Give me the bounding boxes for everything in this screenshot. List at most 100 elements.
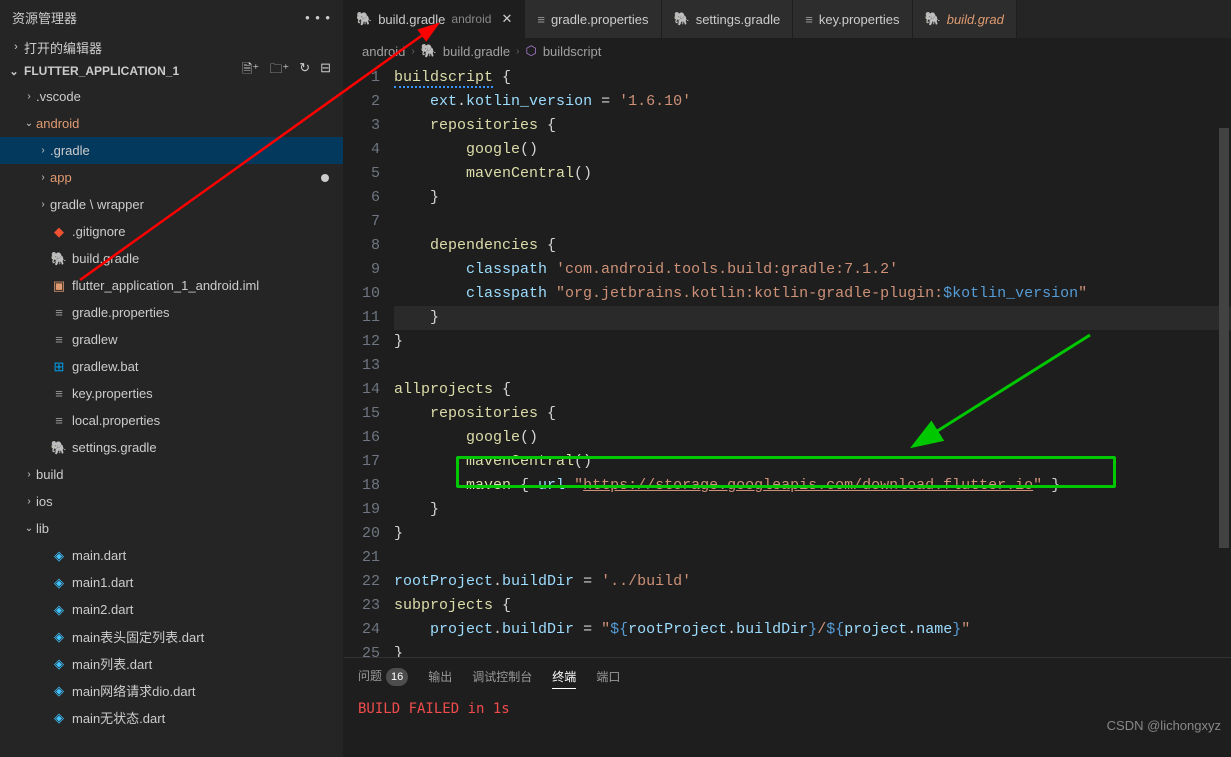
line-number: 6 bbox=[344, 186, 380, 210]
collapse-icon[interactable]: ⊟ bbox=[320, 60, 331, 82]
breadcrumb-item[interactable]: android bbox=[362, 44, 405, 59]
code-line[interactable]: mavenCentral() bbox=[394, 450, 1231, 474]
code-line[interactable]: rootProject.buildDir = '../build' bbox=[394, 570, 1231, 594]
tree-file[interactable]: ◈main无状态.dart bbox=[0, 704, 343, 731]
code-line[interactable] bbox=[394, 210, 1231, 234]
symbol-icon: ⬡ bbox=[525, 43, 536, 59]
tree-file[interactable]: ◈main.dart bbox=[0, 542, 343, 569]
code-line[interactable]: project.buildDir = "${rootProject.buildD… bbox=[394, 618, 1231, 642]
code-line[interactable]: classpath 'com.android.tools.build:gradl… bbox=[394, 258, 1231, 282]
code-editor[interactable]: 1234567891011121314151617181920212223242… bbox=[344, 64, 1231, 657]
panel-tab[interactable]: 终端 bbox=[552, 665, 576, 689]
line-number: 12 bbox=[344, 330, 380, 354]
tree-file[interactable]: ≡key.properties bbox=[0, 380, 343, 407]
line-number: 11 bbox=[344, 306, 380, 330]
panel-tab[interactable]: 调试控制台 bbox=[472, 665, 532, 688]
code-line[interactable]: classpath "org.jetbrains.kotlin:kotlin-g… bbox=[394, 282, 1231, 306]
chevron-icon: › bbox=[22, 91, 36, 102]
tree-file[interactable]: ≡gradlew bbox=[0, 326, 343, 353]
code-line[interactable]: google() bbox=[394, 426, 1231, 450]
panel-tab[interactable]: 输出 bbox=[428, 665, 452, 688]
tree-file[interactable]: ≡local.properties bbox=[0, 407, 343, 434]
tree-folder[interactable]: ›.gradle bbox=[0, 137, 343, 164]
project-header[interactable]: ⌄ FLUTTER_APPLICATION_1 🗎⁺ 🗀⁺ ↻ ⊟ bbox=[0, 59, 343, 83]
tree-file[interactable]: ◈main2.dart bbox=[0, 596, 343, 623]
editor-tab[interactable]: ≡key.properties bbox=[793, 0, 912, 38]
new-file-icon[interactable]: 🗎⁺ bbox=[242, 60, 259, 82]
lines-icon: ≡ bbox=[50, 413, 68, 428]
editor-tab[interactable]: 🐘settings.gradle bbox=[662, 0, 794, 38]
code-line[interactable]: buildscript { bbox=[394, 66, 1231, 90]
scrollbar-thumb[interactable] bbox=[1219, 128, 1229, 548]
code-line[interactable]: ext.kotlin_version = '1.6.10' bbox=[394, 90, 1231, 114]
editor-tabs: 🐘build.gradleandroid✕ ≡ gradle.properties 🐘… bbox=[344, 0, 1231, 38]
breadcrumb[interactable]: android›🐘build.gradle›⬡buildscript bbox=[344, 38, 1231, 64]
line-number: 24 bbox=[344, 618, 380, 642]
close-icon[interactable]: ✕ bbox=[501, 11, 512, 27]
tree-file[interactable]: ◈main网络请求dio.dart bbox=[0, 677, 343, 704]
code-line[interactable]: repositories { bbox=[394, 114, 1231, 138]
scrollbar-vertical[interactable] bbox=[1219, 128, 1231, 657]
tree-folder[interactable]: ⌄lib bbox=[0, 515, 343, 542]
code-line[interactable]: } bbox=[394, 186, 1231, 210]
chevron-icon: › bbox=[22, 496, 36, 507]
lines-icon: ≡ bbox=[537, 12, 545, 27]
code-line[interactable]: allprojects { bbox=[394, 378, 1231, 402]
elephant-icon: 🐘 bbox=[50, 251, 68, 267]
code-line[interactable]: maven { url "https://storage.googleapis.… bbox=[394, 474, 1231, 498]
tree-folder[interactable]: ⌄android bbox=[0, 110, 343, 137]
tree-file[interactable]: ◆.gitignore bbox=[0, 218, 343, 245]
line-number: 1 bbox=[344, 66, 380, 90]
panel-tab[interactable]: 端口 bbox=[596, 665, 620, 688]
terminal-output[interactable]: BUILD FAILED in 1s bbox=[344, 695, 1231, 723]
line-number: 25 bbox=[344, 642, 380, 657]
code-line[interactable]: } bbox=[394, 498, 1231, 522]
watermark: CSDN @lichongxyz bbox=[1107, 718, 1221, 733]
code-line[interactable]: subprojects { bbox=[394, 594, 1231, 618]
code-area[interactable]: buildscript { ext.kotlin_version = '1.6.… bbox=[394, 64, 1231, 657]
editor-tab[interactable]: 🐘build.grad bbox=[913, 0, 1017, 38]
lines-icon: ≡ bbox=[805, 12, 813, 27]
tree-folder[interactable]: ›ios bbox=[0, 488, 343, 515]
breadcrumb-item[interactable]: build.gradle bbox=[443, 44, 510, 59]
tab-label: gradle.properties bbox=[551, 12, 649, 27]
new-folder-icon[interactable]: 🗀⁺ bbox=[269, 60, 289, 82]
tree-folder[interactable]: ›build bbox=[0, 461, 343, 488]
tree-folder[interactable]: ›gradle \ wrapper bbox=[0, 191, 343, 218]
panel-tab[interactable]: 问题16 bbox=[358, 664, 408, 689]
code-line[interactable]: } bbox=[394, 330, 1231, 354]
tree-file[interactable]: ▣flutter_application_1_android.iml bbox=[0, 272, 343, 299]
code-line[interactable] bbox=[394, 354, 1231, 378]
line-number: 16 bbox=[344, 426, 380, 450]
open-editors-section[interactable]: › 打开的编辑器 bbox=[0, 35, 343, 59]
code-line[interactable]: dependencies { bbox=[394, 234, 1231, 258]
tree-folder[interactable]: ›app bbox=[0, 164, 343, 191]
code-line[interactable]: } bbox=[394, 642, 1231, 657]
refresh-icon[interactable]: ↻ bbox=[299, 60, 310, 82]
editor-tab[interactable]: ≡ gradle.properties bbox=[525, 0, 661, 38]
more-icon[interactable]: • • • bbox=[305, 10, 331, 25]
tree-folder[interactable]: ›.vscode bbox=[0, 83, 343, 110]
breadcrumb-item[interactable]: buildscript bbox=[543, 44, 602, 59]
tree-file[interactable]: ≡gradle.properties bbox=[0, 299, 343, 326]
orange-icon: ▣ bbox=[50, 278, 68, 294]
tree-file[interactable]: 🐘build.gradle bbox=[0, 245, 343, 272]
dart-icon: ◈ bbox=[50, 629, 68, 645]
code-line[interactable]: } bbox=[394, 522, 1231, 546]
code-line[interactable]: google() bbox=[394, 138, 1231, 162]
tree-file[interactable]: ◈main列表.dart bbox=[0, 650, 343, 677]
project-actions: 🗎⁺ 🗀⁺ ↻ ⊟ bbox=[242, 60, 337, 82]
dart-icon: ◈ bbox=[50, 683, 68, 699]
chevron-icon: ⌄ bbox=[22, 523, 36, 534]
code-line[interactable]: repositories { bbox=[394, 402, 1231, 426]
code-line[interactable] bbox=[394, 546, 1231, 570]
code-line[interactable]: } bbox=[394, 306, 1231, 330]
tree-file[interactable]: ◈main表头固定列表.dart bbox=[0, 623, 343, 650]
tree-file[interactable]: ◈main1.dart bbox=[0, 569, 343, 596]
tree-file[interactable]: ⊞gradlew.bat bbox=[0, 353, 343, 380]
line-number: 21 bbox=[344, 546, 380, 570]
lines-icon: ≡ bbox=[50, 305, 68, 320]
editor-tab[interactable]: 🐘build.gradleandroid✕ bbox=[344, 0, 525, 38]
code-line[interactable]: mavenCentral() bbox=[394, 162, 1231, 186]
tree-file[interactable]: 🐘settings.gradle bbox=[0, 434, 343, 461]
